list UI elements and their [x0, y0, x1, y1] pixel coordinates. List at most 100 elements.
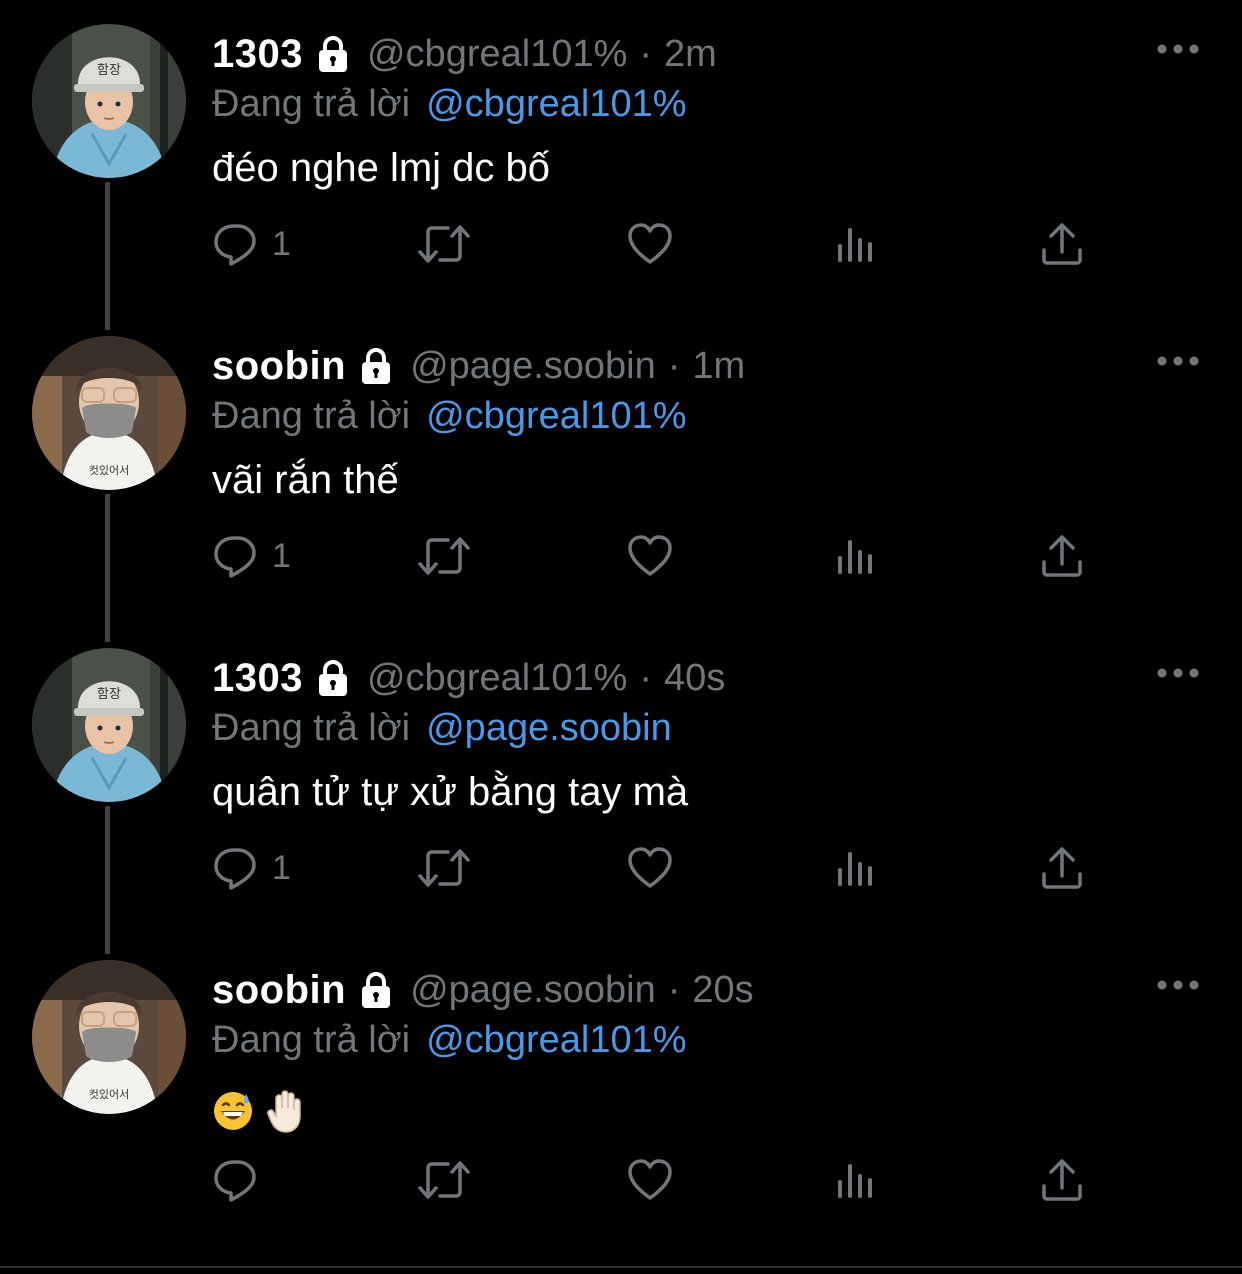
share-button[interactable]	[1040, 838, 1084, 898]
views-button[interactable]	[836, 838, 876, 898]
share-icon	[1042, 223, 1082, 265]
svg-text:함장: 함장	[97, 63, 121, 78]
tweet-header: 1303 @cbgreal101% · 2m	[212, 30, 717, 78]
tweet[interactable]: 함장 1303 @cbgreal101% · 40s Đang trả lời …	[0, 624, 1242, 936]
like-button[interactable]	[626, 214, 674, 274]
more-icon[interactable]	[1156, 978, 1200, 990]
retweet-icon	[418, 849, 470, 887]
reply-button[interactable]: 1	[212, 526, 291, 586]
reply-target-link[interactable]: @cbgreal101%	[426, 395, 686, 438]
reply-target-link[interactable]: @cbgreal101%	[426, 1019, 686, 1062]
like-icon	[628, 1159, 672, 1200]
avatar[interactable]: 컷있어서	[32, 336, 186, 490]
like-icon	[628, 223, 672, 264]
handle[interactable]: @cbgreal101%	[367, 33, 627, 76]
like-icon	[628, 847, 672, 888]
reply-prefix: Đang trả lời	[212, 706, 411, 749]
like-button[interactable]	[626, 838, 674, 898]
avatar[interactable]: 함장	[32, 648, 186, 802]
views-icon	[838, 852, 872, 886]
timestamp[interactable]: 40s	[664, 657, 725, 700]
replying-to: Đang trả lời @cbgreal101%	[212, 392, 687, 440]
share-button[interactable]	[1040, 1150, 1084, 1210]
more-icon[interactable]	[1156, 42, 1200, 54]
reply-button[interactable]: 1	[212, 214, 291, 274]
reply-target-link[interactable]: @page.soobin	[426, 707, 672, 750]
retweet-icon	[418, 537, 470, 575]
tweet-thread: 함장 1303 @cbgreal101% · 2m Đang trả lời @…	[0, 0, 1242, 1274]
retweet-button[interactable]	[416, 838, 472, 898]
share-button[interactable]	[1040, 526, 1084, 586]
lock-icon	[356, 346, 396, 386]
replying-to: Đang trả lời @page.soobin	[212, 704, 672, 752]
like-button[interactable]	[626, 1150, 674, 1210]
like-button[interactable]	[626, 526, 674, 586]
display-name[interactable]: soobin	[212, 968, 346, 1013]
reply-icon	[214, 1160, 256, 1202]
tweet-actions: 1	[212, 838, 1112, 898]
tweet-text: quân tử tự xử bằng tay mà	[212, 770, 689, 814]
grinning-sweat-emoji	[214, 1092, 252, 1130]
reply-button[interactable]: 1	[212, 838, 291, 898]
views-icon	[838, 1164, 872, 1198]
views-icon	[838, 228, 872, 262]
reply-prefix: Đang trả lời	[212, 1018, 411, 1061]
retweet-button[interactable]	[416, 214, 472, 274]
views-button[interactable]	[836, 214, 876, 274]
handle[interactable]: @page.soobin	[410, 345, 656, 388]
reply-icon	[214, 224, 256, 266]
lock-icon	[313, 34, 353, 74]
tweet-header: soobin @page.soobin · 20s	[212, 966, 754, 1014]
reply-icon	[214, 848, 256, 890]
more-icon[interactable]	[1156, 666, 1200, 678]
views-button[interactable]	[836, 526, 876, 586]
timestamp[interactable]: 1m	[692, 345, 745, 388]
svg-text:함장: 함장	[97, 687, 121, 702]
replying-to: Đang trả lời @cbgreal101%	[212, 1016, 687, 1064]
reply-prefix: Đang trả lời	[212, 82, 411, 125]
raised-hand-emoji	[267, 1090, 301, 1133]
handle[interactable]: @cbgreal101%	[367, 657, 627, 700]
display-name[interactable]: 1303	[212, 656, 303, 701]
timestamp[interactable]: 2m	[664, 33, 717, 76]
tweet[interactable]: 함장 1303 @cbgreal101% · 2m Đang trả lời @…	[0, 0, 1242, 312]
separator: ·	[639, 656, 653, 699]
reply-target-link[interactable]: @cbgreal101%	[426, 83, 686, 126]
tweet-text: đéo nghe lmj dc bố	[212, 146, 551, 190]
reply-count: 1	[272, 224, 291, 263]
more-icon[interactable]	[1156, 354, 1200, 366]
separator: ·	[667, 968, 681, 1011]
reply-icon	[214, 536, 256, 578]
share-icon	[1042, 1159, 1082, 1201]
retweet-button[interactable]	[416, 1150, 472, 1210]
tweet-actions: 1	[212, 526, 1112, 586]
avatar[interactable]: 컷있어서	[32, 960, 186, 1114]
retweet-button[interactable]	[416, 526, 472, 586]
display-name[interactable]: soobin	[212, 344, 346, 389]
retweet-icon	[418, 1161, 470, 1199]
display-name[interactable]: 1303	[212, 32, 303, 77]
reply-count: 1	[272, 536, 291, 575]
separator: ·	[639, 32, 653, 75]
reply-count: 1	[272, 848, 291, 887]
svg-text:컷있어서: 컷있어서	[89, 464, 129, 477]
tweet[interactable]: 컷있어서 soobin @page.soobin · 20s Đang trả …	[0, 936, 1242, 1248]
share-button[interactable]	[1040, 214, 1084, 274]
replying-to: Đang trả lời @cbgreal101%	[212, 80, 687, 128]
share-icon	[1042, 535, 1082, 577]
handle[interactable]: @page.soobin	[410, 969, 656, 1012]
lock-icon	[356, 970, 396, 1010]
reply-button[interactable]	[212, 1150, 272, 1210]
views-button[interactable]	[836, 1150, 876, 1210]
retweet-icon	[418, 225, 470, 263]
avatar[interactable]: 함장	[32, 24, 186, 178]
timestamp[interactable]: 20s	[692, 969, 753, 1012]
separator: ·	[667, 344, 681, 387]
svg-text:컷있어서: 컷있어서	[89, 1088, 129, 1101]
divider	[0, 1266, 1242, 1268]
tweet[interactable]: 컷있어서 soobin @page.soobin · 1m Đang trả l…	[0, 312, 1242, 624]
tweet-text: vãi rắn thế	[212, 458, 399, 502]
tweet-actions: 1	[212, 214, 1112, 274]
like-icon	[628, 535, 672, 576]
reply-prefix: Đang trả lời	[212, 394, 411, 437]
